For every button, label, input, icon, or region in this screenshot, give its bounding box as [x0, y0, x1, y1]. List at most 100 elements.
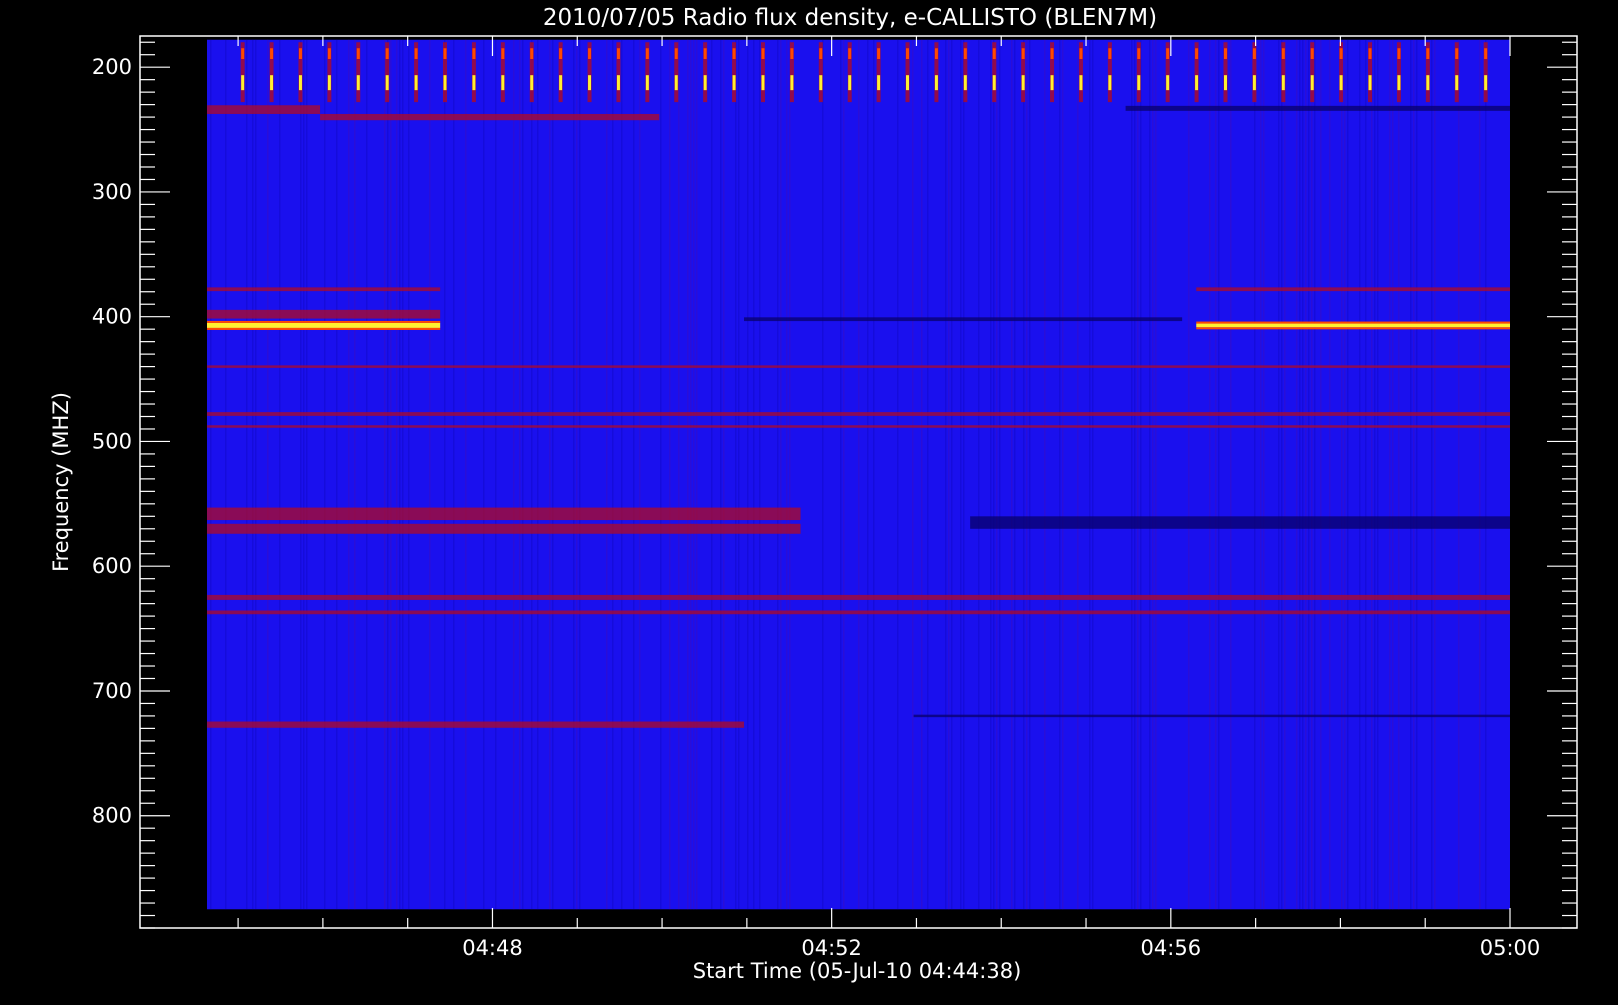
- noise-stripe: [402, 39, 404, 910]
- noise-stripe: [1059, 39, 1061, 910]
- noise-stripe: [1260, 39, 1262, 910]
- spectral-band: [744, 317, 1183, 322]
- burst-spike-core: [588, 75, 592, 91]
- noise-stripe: [1149, 39, 1151, 910]
- noise-stripe: [897, 39, 899, 910]
- noise-stripe: [390, 39, 392, 910]
- noise-stripe: [1410, 39, 1412, 910]
- spectral-band: [207, 365, 1510, 368]
- burst-spike-core: [414, 75, 418, 91]
- y-tick-label: 800: [92, 804, 132, 828]
- noise-stripe: [921, 39, 923, 910]
- noise-stripe: [1077, 39, 1079, 910]
- noise-stripe: [444, 39, 446, 910]
- burst-spike-head: [472, 48, 476, 60]
- noise-stripe: [267, 39, 269, 910]
- burst-spike-core: [1108, 75, 1112, 91]
- burst-spike-head: [414, 48, 418, 60]
- burst-spike-core: [356, 75, 360, 91]
- noise-stripe: [1155, 39, 1157, 910]
- burst-spike-core: [848, 75, 852, 91]
- burst-spike-head: [1368, 48, 1372, 60]
- noise-stripe: [1230, 39, 1232, 910]
- burst-spike-core: [443, 75, 447, 91]
- noise-stripe: [1278, 39, 1280, 910]
- burst-spike-core: [241, 75, 245, 91]
- noise-stripe: [786, 39, 788, 910]
- burst-spike-core: [877, 75, 881, 91]
- burst-spike-core: [992, 75, 996, 91]
- burst-spike-head: [1050, 48, 1054, 60]
- noise-stripe: [1371, 39, 1373, 910]
- burst-spike-core: [645, 75, 649, 91]
- burst-spike-core: [1310, 75, 1314, 91]
- y-tick-label: 500: [92, 429, 132, 453]
- noise-stripe: [495, 39, 497, 910]
- burst-spike-core: [1166, 75, 1170, 91]
- burst-spike-head: [588, 48, 592, 60]
- noise-stripe: [549, 39, 551, 910]
- burst-spike-head: [1426, 48, 1430, 60]
- noise-stripe: [873, 39, 875, 910]
- noise-stripe: [537, 39, 539, 910]
- burst-spike-core: [934, 75, 938, 91]
- noise-stripe: [690, 39, 692, 910]
- burst-spike-core: [1252, 75, 1256, 91]
- burst-spike-core: [790, 75, 794, 91]
- burst-spike-head: [241, 48, 245, 60]
- noise-stripe: [1311, 39, 1313, 910]
- noise-stripe: [354, 39, 356, 910]
- spectral-band: [207, 507, 801, 521]
- burst-spike-core: [385, 75, 389, 91]
- noise-stripe: [1137, 39, 1139, 910]
- burst-spike-head: [934, 48, 938, 60]
- noise-stripe: [300, 39, 302, 910]
- noise-stripe: [951, 39, 953, 910]
- noise-stripe: [1320, 39, 1322, 910]
- y-tick-label: 200: [92, 55, 132, 79]
- noise-stripe: [963, 39, 965, 910]
- noise-stripe: [1374, 39, 1376, 910]
- noise-stripe: [1416, 39, 1418, 910]
- noise-stripe: [210, 39, 212, 910]
- noise-stripe: [366, 39, 368, 910]
- noise-stripe: [1284, 39, 1286, 910]
- burst-spike-core: [1281, 75, 1285, 91]
- spectral-band: [1196, 287, 1510, 292]
- noise-stripe: [384, 39, 386, 910]
- burst-spike-head: [1079, 48, 1083, 60]
- burst-spike-head: [761, 48, 765, 60]
- burst-spike-head: [559, 48, 563, 60]
- spectral-band: [207, 594, 1510, 600]
- noise-stripe: [246, 39, 248, 910]
- burst-spike-head: [1397, 48, 1401, 60]
- noise-stripe: [1458, 39, 1460, 910]
- noise-stripe: [780, 39, 782, 910]
- burst-spike-head: [674, 48, 678, 60]
- noise-stripe: [945, 39, 947, 910]
- noise-stripe: [948, 39, 950, 910]
- noise-stripe: [252, 39, 254, 910]
- noise-stripe: [1479, 39, 1481, 910]
- noise-stripe: [1089, 39, 1091, 910]
- noise-stripe: [1044, 39, 1046, 910]
- noise-stripe: [1365, 39, 1367, 910]
- burst-spike-head: [298, 48, 302, 60]
- noise-stripe: [255, 39, 257, 910]
- noise-stripe: [993, 39, 995, 910]
- x-tick-labels: 04:48 04:52 04:56 05:00: [462, 936, 1540, 960]
- burst-spike-core: [1397, 75, 1401, 91]
- noise-stripe: [1254, 39, 1256, 910]
- burst-spike-head: [1310, 48, 1314, 60]
- spectral-band: [207, 523, 801, 534]
- noise-stripe: [1392, 39, 1394, 910]
- noise-stripe: [1305, 39, 1307, 910]
- spectral-band: [207, 105, 321, 114]
- noise-stripe: [336, 39, 338, 910]
- burst-spike-head: [1252, 48, 1256, 60]
- noise-stripe: [522, 39, 524, 910]
- noise-stripe: [279, 39, 281, 910]
- burst-spike-core: [732, 75, 736, 91]
- noise-stripe: [822, 39, 824, 910]
- burst-spike-head: [356, 48, 360, 60]
